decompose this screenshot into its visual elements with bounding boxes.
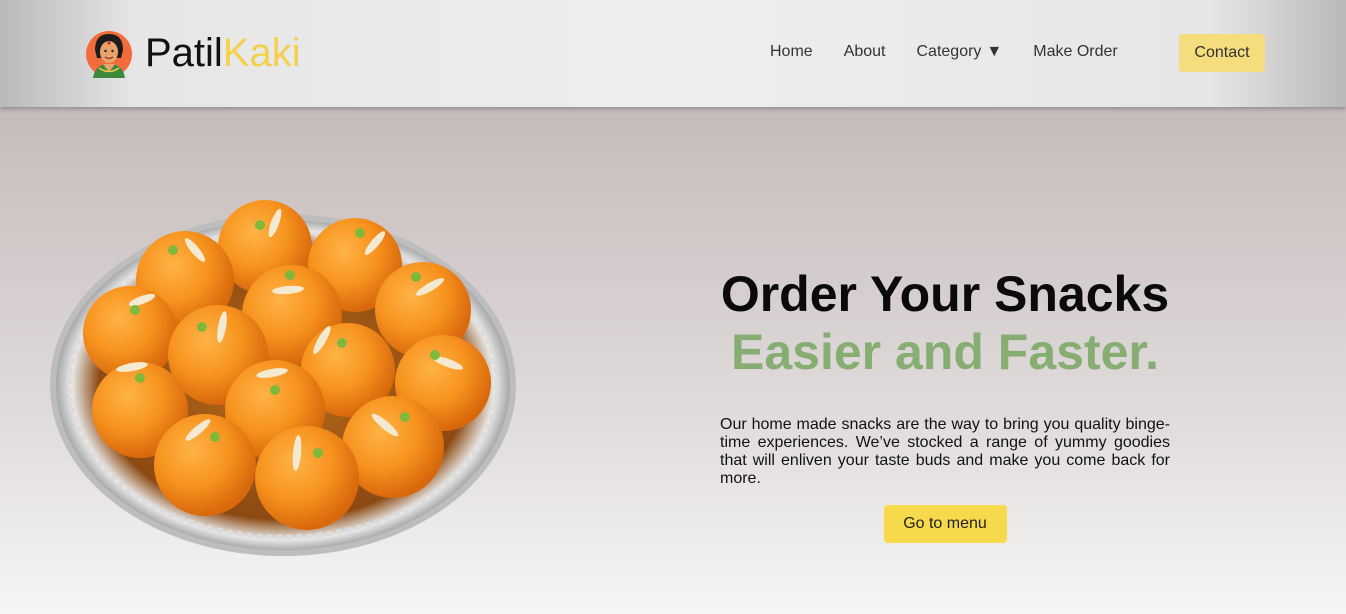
hero-headline: Order Your Snacks [720,266,1170,322]
nav-home[interactable]: Home [770,42,813,62]
brand-name-part1: Patil [145,31,223,75]
main-nav: Home About Category ▼ Make Order [770,42,1118,62]
brand-logo[interactable]: PatilKaki [85,28,301,78]
nav-make-order[interactable]: Make Order [1033,42,1117,62]
nav-category-label: Category [916,43,982,60]
brand-name-part2: Kaki [222,31,301,75]
laddoo-plate-image [50,200,516,556]
hero-subheadline: Easier and Faster. [730,324,1159,380]
hero-description: Our home made snacks are the way to brin… [720,416,1170,487]
hero-section: Order Your Snacks Easier and Faster. Our… [720,265,1170,543]
caret-down-icon: ▼ [986,43,1003,60]
site-header: PatilKaki Home About Category ▼ Make Ord… [0,0,1346,107]
contact-button[interactable]: Contact [1179,34,1265,72]
woman-avatar-icon [86,31,132,78]
nav-about[interactable]: About [844,42,886,62]
brand-name: PatilKaki [145,29,301,77]
go-to-menu-button[interactable]: Go to menu [883,505,1007,543]
nav-category-dropdown[interactable]: Category ▼ [917,42,1003,62]
